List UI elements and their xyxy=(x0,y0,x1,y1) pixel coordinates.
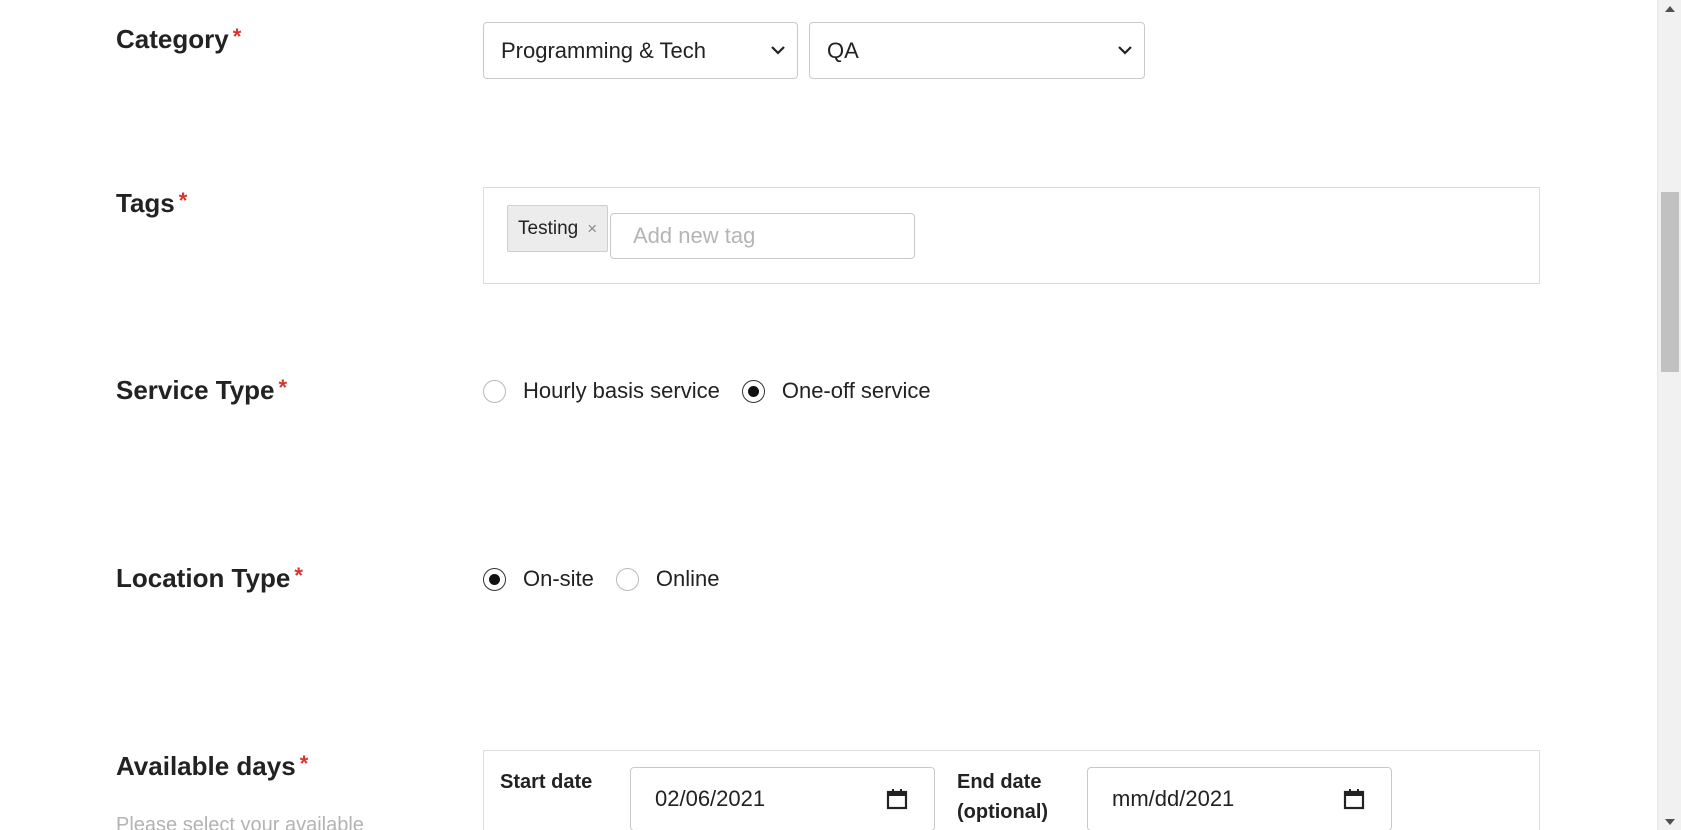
scroll-down-arrow-icon[interactable] xyxy=(1658,813,1681,830)
service-type-label-text: Service Type xyxy=(116,375,275,405)
radio-label: Hourly basis service xyxy=(523,378,720,403)
required-asterisk: * xyxy=(278,375,288,400)
page-scrollbar[interactable] xyxy=(1657,0,1681,830)
radio-button[interactable] xyxy=(483,379,506,403)
location-type-option-on-site[interactable]: On-site xyxy=(483,566,594,592)
category-select-value: Programming & Tech xyxy=(501,37,707,63)
available-days-box: Start date 02/06/2021 End date (optional… xyxy=(483,750,1540,830)
scroll-up-arrow-icon[interactable] xyxy=(1658,0,1681,17)
available-days-label-text: Available days xyxy=(116,751,296,781)
required-asterisk: * xyxy=(294,563,303,588)
service-type-radio-group: Hourly basis service One-off service xyxy=(483,378,953,404)
end-date-label-line2: (optional) xyxy=(957,801,1049,823)
radio-button[interactable] xyxy=(615,567,639,591)
location-type-label: Location Type * xyxy=(116,563,303,594)
end-date-input[interactable]: mm/dd/2021 xyxy=(1087,767,1392,830)
chevron-down-icon xyxy=(1118,46,1132,55)
category-label: Category * xyxy=(116,24,241,55)
chevron-down-icon xyxy=(771,46,785,55)
start-date-value: 02/06/2021 xyxy=(655,786,766,811)
radio-label: One-off service xyxy=(781,378,931,403)
subcategory-select[interactable]: QA xyxy=(809,22,1145,79)
service-type-label: Service Type * xyxy=(116,375,287,406)
required-asterisk: * xyxy=(299,751,309,776)
service-type-option-one-off[interactable]: One-off service xyxy=(741,378,931,404)
category-select[interactable]: Programming & Tech xyxy=(483,22,798,79)
tag-chip-label: Testing xyxy=(518,217,579,239)
location-type-label-text: Location Type xyxy=(116,563,291,593)
service-type-option-hourly[interactable]: Hourly basis service xyxy=(483,378,720,404)
scroll-thumb[interactable] xyxy=(1661,192,1679,372)
available-days-label: Available days * xyxy=(116,751,308,782)
add-tag-placeholder: Add new tag xyxy=(633,223,756,248)
start-date-label: Start date xyxy=(500,771,593,793)
end-date-value: mm/dd/2021 xyxy=(1112,786,1235,811)
form-page: Category * Programming & Tech QA Tags * Te… xyxy=(0,0,1657,830)
subcategory-select-value: QA xyxy=(827,37,859,63)
start-date-input[interactable]: 02/06/2021 xyxy=(630,767,935,830)
radio-label: On-site xyxy=(523,566,594,591)
tags-field[interactable]: Testing × Add new tag xyxy=(483,187,1540,284)
location-type-radio-group: On-site Online xyxy=(483,566,742,592)
radio-button-selected[interactable] xyxy=(483,567,506,591)
calendar-icon[interactable] xyxy=(886,788,908,810)
end-date-label-line1: End date xyxy=(957,771,1042,793)
tags-label: Tags * xyxy=(116,188,187,219)
required-asterisk: * xyxy=(232,24,242,49)
add-tag-input[interactable]: Add new tag xyxy=(610,213,915,259)
calendar-icon[interactable] xyxy=(1343,788,1365,810)
tag-chip: Testing × xyxy=(507,205,609,252)
category-label-text: Category xyxy=(116,24,229,54)
radio-label: Online xyxy=(655,566,720,591)
location-type-option-online[interactable]: Online xyxy=(615,566,720,592)
available-days-helper-text: Please select your available xyxy=(116,814,364,830)
tags-label-text: Tags xyxy=(116,188,175,218)
remove-tag-icon[interactable]: × xyxy=(587,219,597,239)
radio-button-selected[interactable] xyxy=(741,379,765,403)
required-asterisk: * xyxy=(178,188,188,213)
end-date-label: End date (optional) xyxy=(957,767,1048,827)
